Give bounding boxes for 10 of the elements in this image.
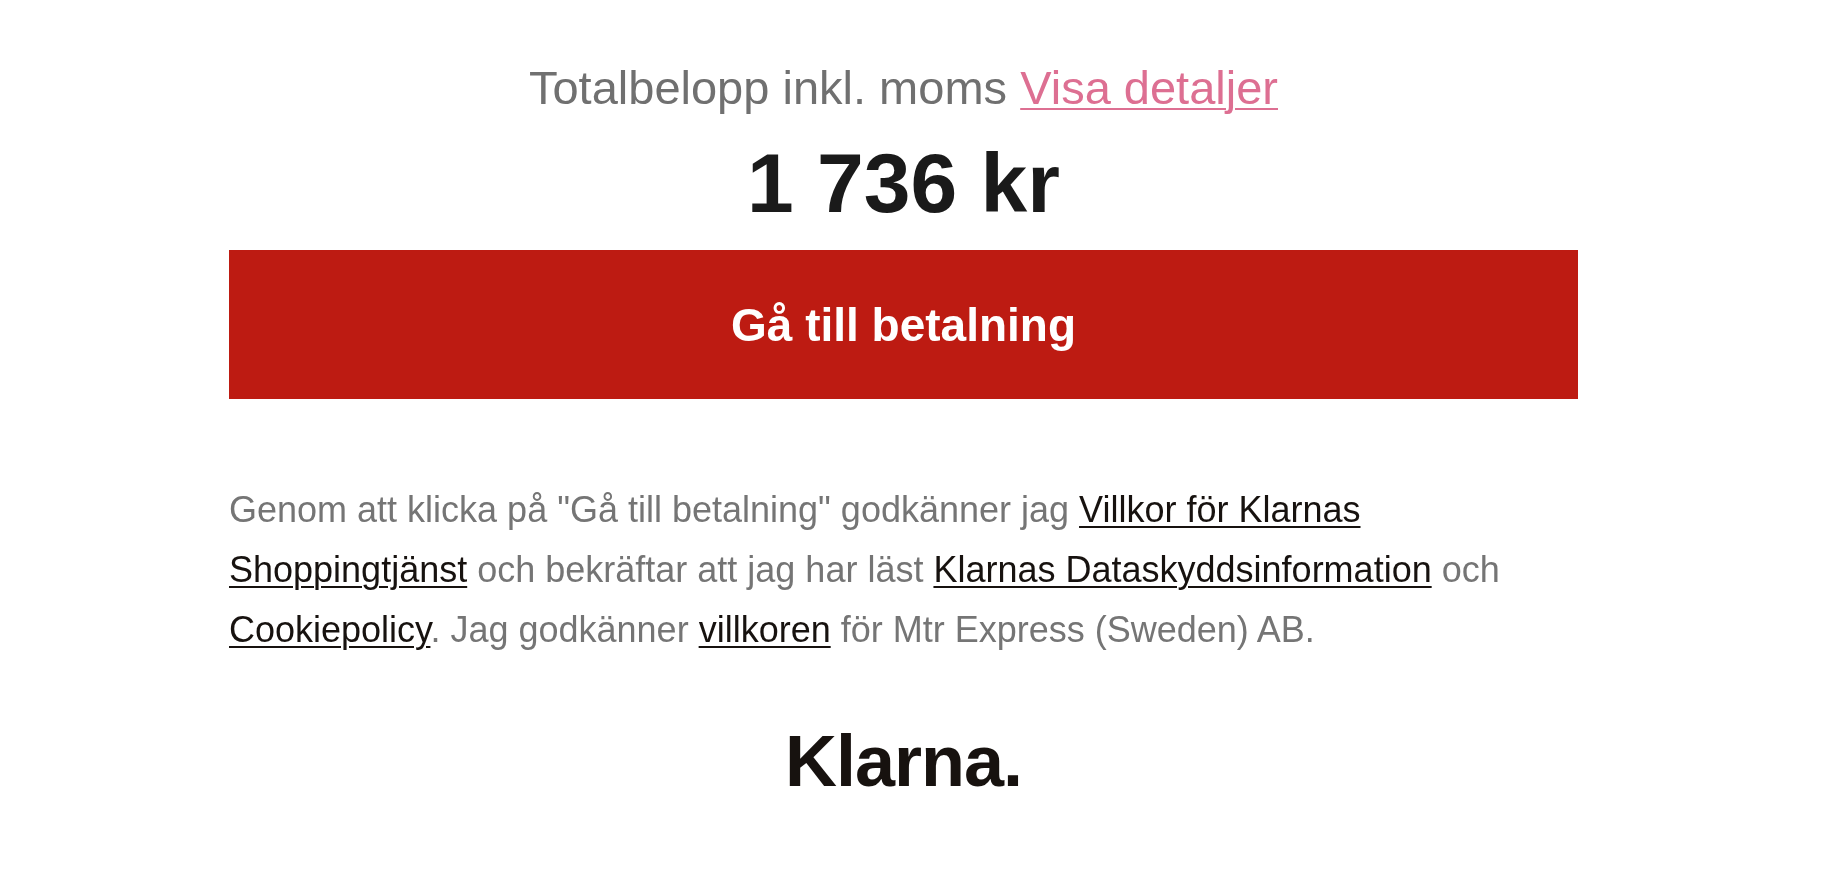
total-label: Totalbelopp inkl. moms xyxy=(529,60,1008,116)
terms-link[interactable]: Klarnas Dataskyddsinformation xyxy=(933,549,1432,590)
terms-link[interactable]: Shoppingtjänst xyxy=(229,549,468,590)
terms-text: Genom att klicka på "Gå till betalning" godkänner jag Villkor för Klarnas Shoppingtjänst och bekräftar att jag har läst Klarnas Dataskyddsinformation och Cookiepolicy. Jag godkänner villkoren för Mtr Express (Sweden) AB. xyxy=(229,488,1501,652)
terms-link[interactable]: Villkor för Klarnas xyxy=(1079,489,1361,530)
terms-link[interactable]: Cookiepolicy xyxy=(229,609,431,650)
total-amount: 1 736 kr xyxy=(747,138,1060,228)
logo-wordmark: Klarna. xyxy=(784,721,1023,801)
pay-button[interactable]: Gå till betalning xyxy=(229,250,1578,399)
terms-link[interactable]: villkoren xyxy=(698,609,831,650)
